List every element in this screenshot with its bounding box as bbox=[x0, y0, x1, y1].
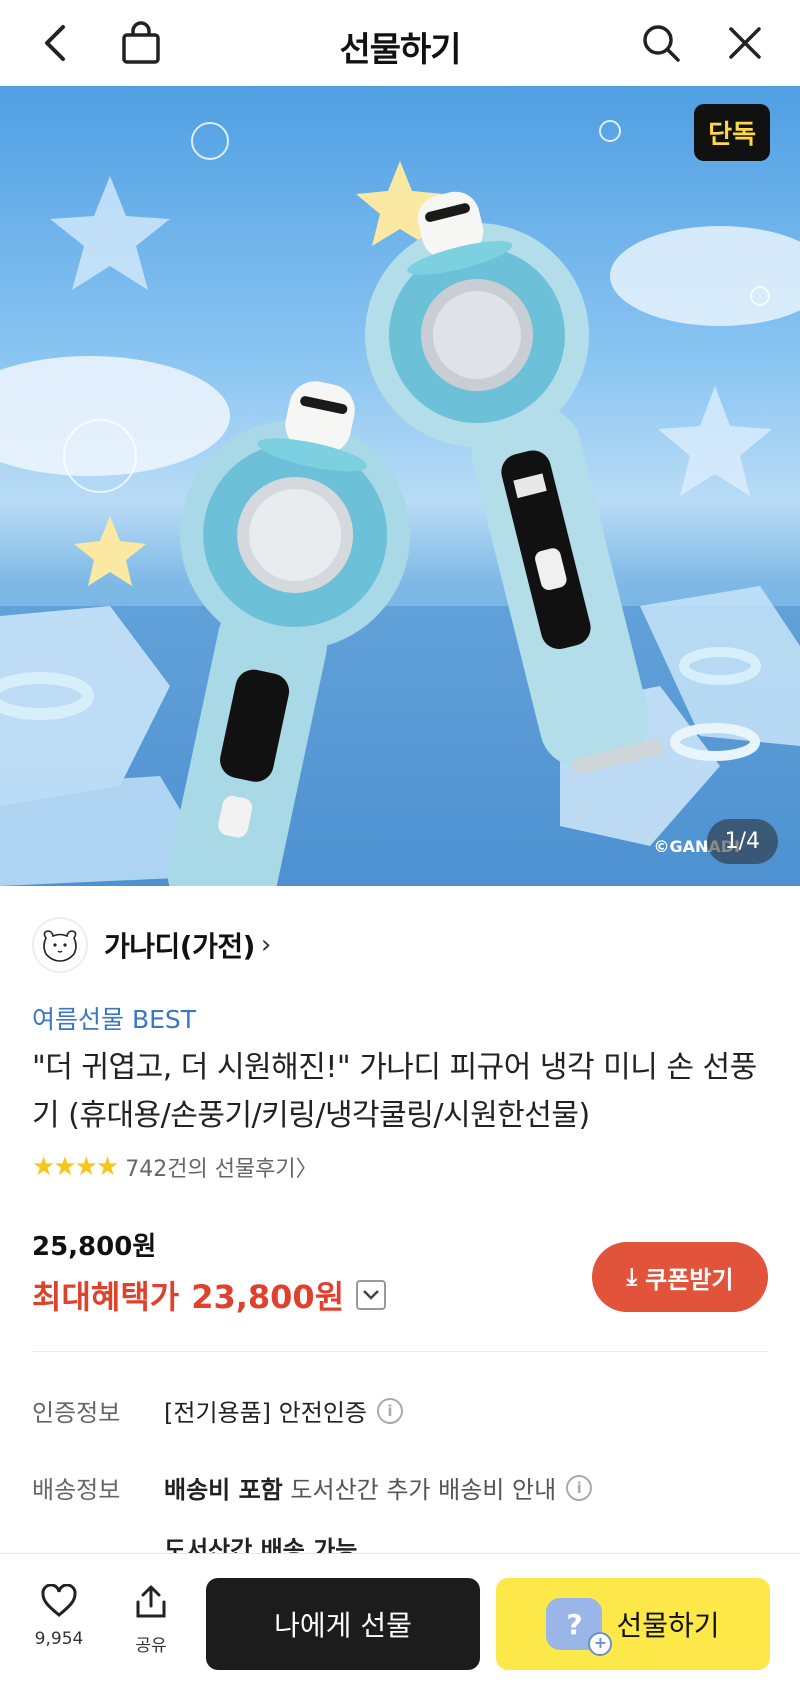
search-button[interactable] bbox=[636, 18, 686, 68]
send-gift-label: 선물하기 bbox=[616, 1609, 720, 1642]
shipping-label: 배송정보 bbox=[32, 1476, 121, 1504]
chevron-down-icon bbox=[363, 1290, 380, 1300]
product-title: "더 귀엽고, 더 시원해진!" 가나디 피규어 냉각 미니 손 선풍기 (휴대… bbox=[32, 1050, 757, 1133]
exclusive-badge: 단독 bbox=[694, 104, 770, 161]
best-price-amount: 23,800원 bbox=[191, 1278, 345, 1316]
share-icon bbox=[136, 1585, 166, 1618]
original-price: 25,800원 bbox=[32, 1232, 157, 1262]
share-button[interactable]: 공유 bbox=[116, 1584, 186, 1656]
category-link[interactable]: 여름선물 BEST bbox=[32, 1000, 196, 1036]
seller-name: 가나디(가전) bbox=[104, 930, 255, 963]
rating-row[interactable]: ★★★★ 742건의 선물후기〉 bbox=[32, 1151, 318, 1183]
gift-recipient-icon: ? + bbox=[546, 1598, 613, 1656]
image-pager: 1/4 bbox=[706, 819, 778, 864]
best-price-row: 최대혜택가 23,800원 bbox=[32, 1272, 387, 1318]
star-rating-icon: ★★★★ bbox=[32, 1152, 119, 1182]
seller-avatar bbox=[32, 917, 88, 973]
close-button[interactable] bbox=[720, 18, 770, 68]
send-gift-button[interactable]: ? + 선물하기 bbox=[496, 1578, 770, 1670]
chevron-right-icon: › bbox=[260, 930, 272, 960]
download-icon: ⤓ bbox=[626, 1263, 638, 1291]
top-bar: 선물하기 bbox=[0, 0, 800, 86]
best-price-label: 최대혜택가 bbox=[32, 1278, 180, 1316]
info-icon[interactable]: i bbox=[566, 1474, 593, 1501]
close-icon bbox=[729, 27, 761, 59]
ganadi-logo-icon bbox=[43, 930, 77, 962]
coupon-button[interactable]: ⤓ 쿠폰받기 bbox=[592, 1242, 768, 1312]
hand-fan-illustration bbox=[0, 120, 800, 886]
gift-icon-plus: + bbox=[588, 1632, 613, 1656]
coupon-button-label: 쿠폰받기 bbox=[645, 1265, 734, 1294]
gift-to-me-button[interactable]: 나에게 선물 bbox=[206, 1578, 480, 1670]
like-button[interactable]: 9,954 bbox=[24, 1583, 94, 1649]
shipping-included: 배송비 포함 bbox=[164, 1476, 283, 1504]
price-detail-toggle[interactable] bbox=[356, 1280, 387, 1310]
seller-link[interactable]: 가나디(가전) › bbox=[32, 917, 271, 973]
gift-icon-question: ? bbox=[566, 1607, 583, 1641]
share-label: 공유 bbox=[135, 1636, 167, 1656]
certification-row: 인증정보 [전기용품] 안전인증 i bbox=[32, 1393, 403, 1428]
info-icon[interactable]: i bbox=[377, 1397, 403, 1424]
review-link[interactable]: 742건의 선물후기〉 bbox=[125, 1151, 317, 1183]
shipping-note: 도서산간 추가 배송비 안내 bbox=[290, 1476, 557, 1504]
bottom-action-bar: 9,954 공유 나에게 선물 ? + 선물하기 bbox=[0, 1553, 800, 1693]
search-icon bbox=[643, 25, 680, 62]
heart-icon bbox=[41, 1583, 77, 1617]
shipping-row: 배송정보 배송비 포함 도서산간 추가 배송비 안내 i bbox=[32, 1470, 593, 1505]
product-image[interactable]: 단독 ©GANADI 1/4 bbox=[0, 86, 800, 886]
like-count: 9,954 bbox=[34, 1629, 84, 1649]
divider bbox=[32, 1351, 768, 1352]
certification-label: 인증정보 bbox=[32, 1399, 121, 1427]
certification-value: [전기용품] 안전인증 bbox=[164, 1399, 367, 1427]
